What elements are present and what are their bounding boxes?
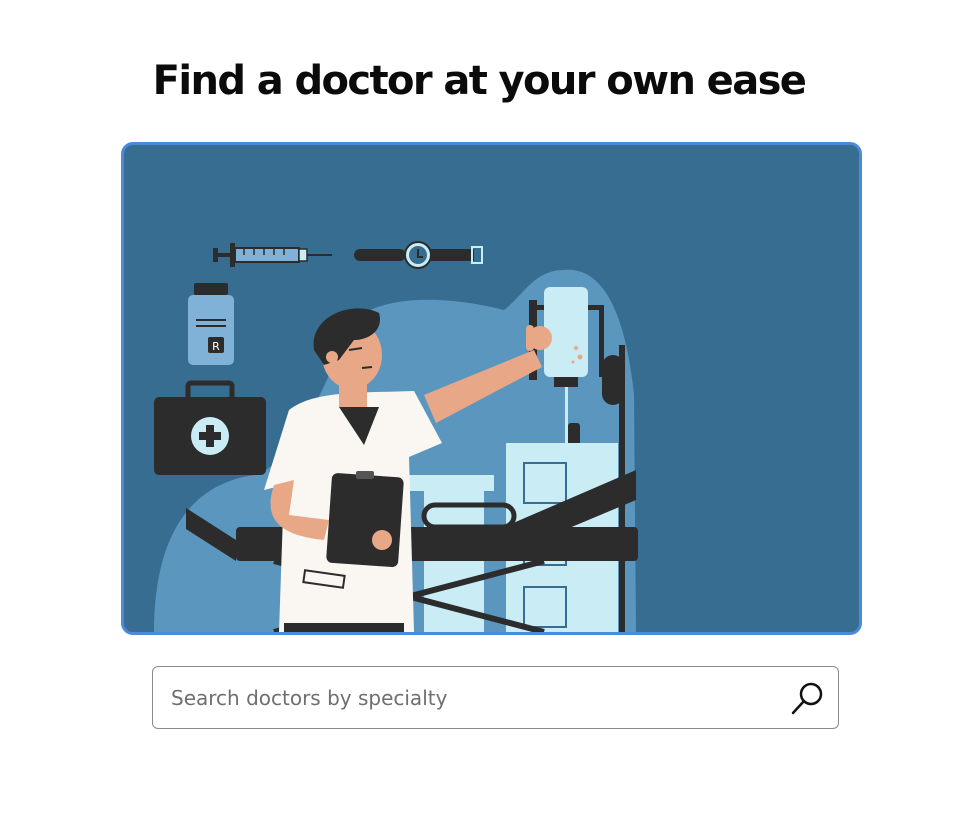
first-aid-kit-icon: [154, 380, 266, 475]
watch-icon: [354, 241, 483, 269]
page-title: Find a doctor at your own ease: [152, 58, 807, 104]
hero-illustration: R: [121, 142, 862, 635]
prescription-label: R: [212, 340, 220, 353]
search-bar: [152, 666, 839, 729]
search-input[interactable]: [171, 667, 771, 728]
syringe-icon: [213, 243, 332, 267]
search-button[interactable]: [788, 678, 828, 718]
doctor-illustration: R: [154, 241, 638, 632]
page: Find a doctor at your own ease R Search …: [0, 0, 974, 824]
search-icon: [791, 682, 823, 715]
medicine-bottle-icon: R: [188, 283, 234, 365]
